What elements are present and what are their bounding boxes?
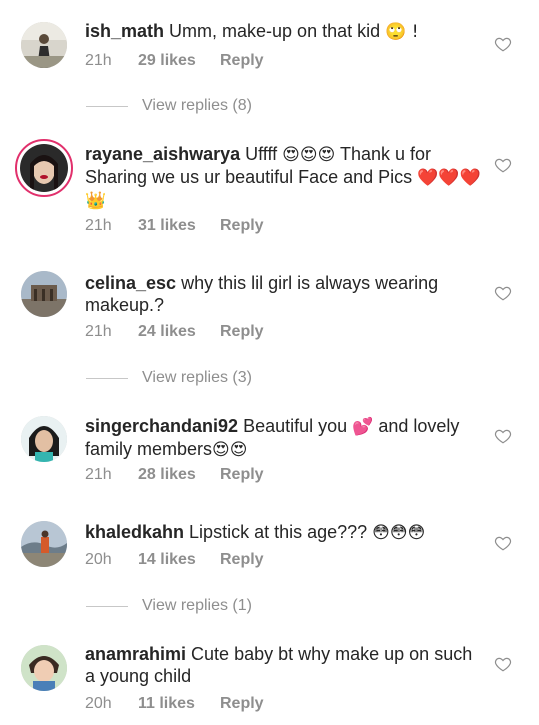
view-replies-label[interactable]: View replies (8) [142,97,252,115]
view-replies-label[interactable]: View replies (3) [142,369,252,387]
timestamp: 21h [85,323,112,340]
reply-button[interactable]: Reply [220,323,264,341]
reply-button[interactable]: Reply [220,52,264,70]
likes-count[interactable]: 28 likes [138,466,220,484]
timestamp: 21h [85,52,112,69]
comment-text: Lipstick at this age??? [184,522,373,542]
username[interactable]: anamrahimi [85,644,186,664]
likes-count[interactable]: 11 likes [138,695,220,713]
username[interactable]: rayane_aishwarya [85,144,240,164]
view-replies[interactable]: View replies (3) [86,369,252,387]
reply-button[interactable]: Reply [220,217,264,235]
comment-text: Uffff [240,144,283,164]
timestamp: 20h [85,551,112,568]
view-replies-label[interactable]: View replies (1) [142,597,252,615]
avatar[interactable] [21,521,67,567]
likes-count[interactable]: 31 likes [138,217,220,235]
avatar[interactable] [21,22,67,68]
emoji-text: 🙄 ! [385,22,419,42]
avatar[interactable] [21,416,67,462]
divider-line [86,605,128,607]
likes-count[interactable]: 24 likes [138,323,220,341]
heart-icon[interactable] [494,35,512,53]
username[interactable]: khaledkahn [85,522,184,542]
reply-button[interactable]: Reply [220,551,264,569]
view-replies[interactable]: View replies (8) [86,97,252,115]
comment-meta: 20h 14 likes Reply [85,551,264,569]
likes-count[interactable]: 29 likes [138,52,220,70]
view-replies[interactable]: View replies (1) [86,597,252,615]
timestamp: 21h [85,217,112,234]
username[interactable]: celina_esc [85,273,176,293]
emoji-text: 😳😳😳 [372,523,426,543]
avatar[interactable] [21,645,67,691]
emoji-text: 😍😍😍 [282,145,336,165]
comment-text: Beautiful you [238,416,353,436]
avatar[interactable] [15,139,73,197]
heart-icon[interactable] [494,156,512,174]
heart-icon[interactable] [494,427,512,445]
comment-text: Umm, make-up on that kid [164,21,386,41]
comment-meta: 21h 31 likes Reply [85,217,264,235]
heart-icon[interactable] [494,284,512,302]
comment-meta: 20h 11 likes Reply [85,695,264,713]
likes-count[interactable]: 14 likes [138,551,220,569]
heart-icon[interactable] [494,655,512,673]
emoji-text: 💕 [352,417,374,437]
comment-meta: 21h 29 likes Reply [85,52,264,70]
username[interactable]: ish_math [85,21,164,41]
reply-button[interactable]: Reply [220,695,264,713]
avatar[interactable] [21,271,67,317]
reply-button[interactable]: Reply [220,466,264,484]
timestamp: 20h [85,695,112,712]
comment-meta: 21h 28 likes Reply [85,466,264,484]
username[interactable]: singerchandani92 [85,416,238,436]
divider-line [86,105,128,107]
timestamp: 21h [85,466,112,483]
comment-meta: 21h 24 likes Reply [85,323,264,341]
emoji-text: 😍😍 [212,440,248,460]
divider-line [86,377,128,379]
heart-icon[interactable] [494,534,512,552]
